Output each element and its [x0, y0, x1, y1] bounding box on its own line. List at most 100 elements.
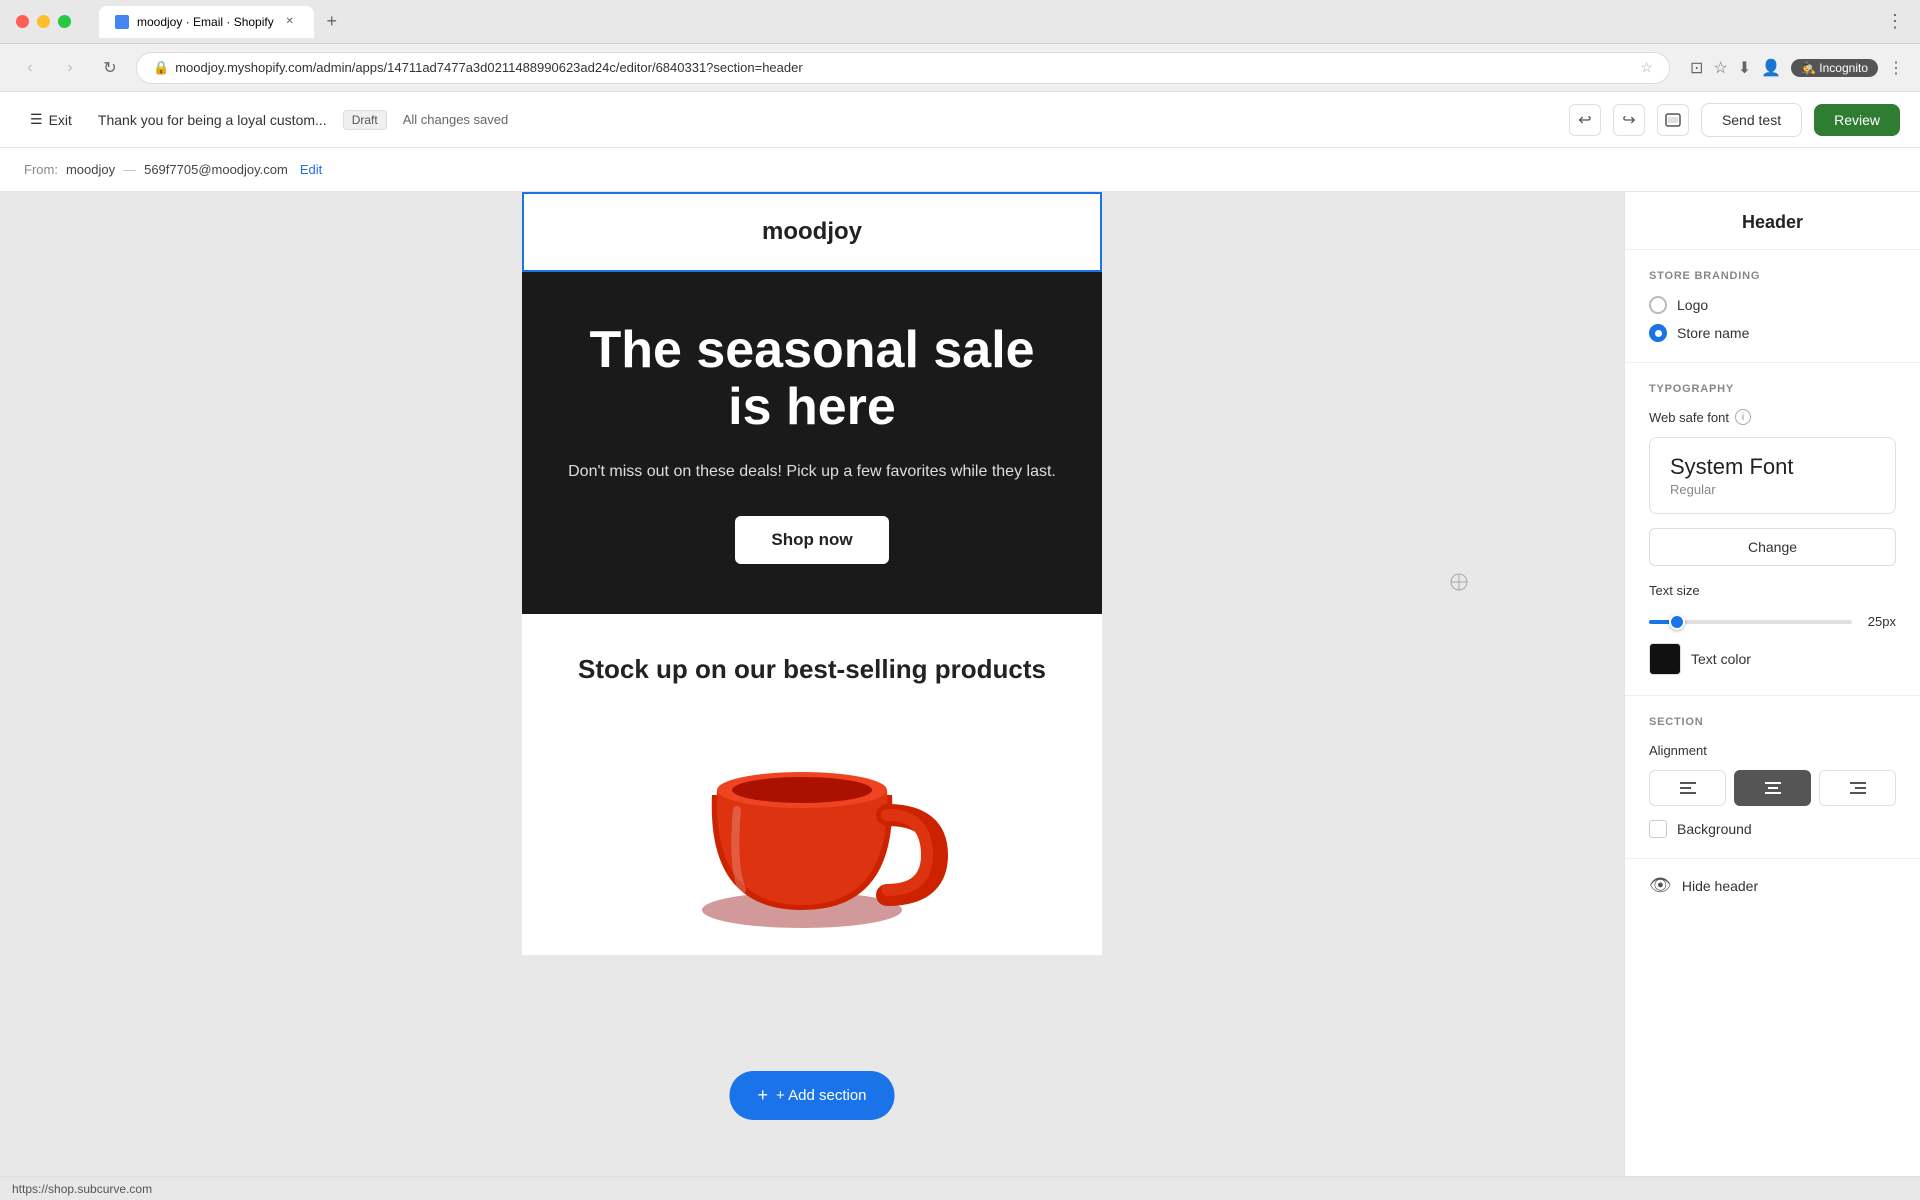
- review-button[interactable]: Review: [1814, 104, 1900, 136]
- background-checkbox[interactable]: [1649, 820, 1667, 838]
- align-right-button[interactable]: [1819, 770, 1896, 806]
- exit-button[interactable]: ☰ Exit: [20, 105, 82, 134]
- logo-radio-label: Logo: [1677, 297, 1708, 313]
- url-bar-icons: ☆: [1640, 59, 1653, 76]
- product-image: [552, 715, 1072, 935]
- toolbar-title: Thank you for being a loyal custom...: [98, 112, 327, 128]
- hide-header-label: Hide header: [1682, 878, 1758, 894]
- align-center-button[interactable]: [1734, 770, 1811, 806]
- incognito-badge: 🕵 Incognito: [1791, 59, 1878, 77]
- slider-thumb[interactable]: [1669, 614, 1685, 630]
- store-name-radio-item[interactable]: Store name: [1649, 324, 1896, 342]
- from-email: 569f7705@moodjoy.com: [144, 162, 288, 177]
- bookmark-mgr-icon: ☆: [1713, 58, 1727, 78]
- profile-icon: 👤: [1761, 58, 1781, 78]
- font-name: System Font: [1670, 454, 1875, 480]
- window-expand-icon: ⋮: [1886, 11, 1904, 32]
- mac-minimize-button[interactable]: [37, 15, 50, 28]
- right-panel: Header STORE BRANDING Logo Store name TY…: [1624, 192, 1920, 1200]
- mac-titlebar: moodjoy · Email · Shopify ✕ + ⋮: [0, 0, 1920, 44]
- products-title: Stock up on our best-selling products: [552, 654, 1072, 685]
- hero-description: Don't miss out on these deals! Pick up a…: [562, 460, 1062, 484]
- from-store-name: moodjoy: [66, 162, 115, 177]
- typography-section: TYPOGRAPHY Web safe font i System Font R…: [1625, 363, 1920, 696]
- mug-svg: [642, 715, 982, 935]
- email-products-section[interactable]: Stock up on our best-selling products: [522, 614, 1102, 955]
- from-label: From:: [24, 162, 58, 177]
- align-center-icon: [1764, 781, 1782, 795]
- logo-radio-circle[interactable]: [1649, 296, 1667, 314]
- section-panel: SECTION Alignment: [1625, 696, 1920, 859]
- from-edit-link[interactable]: Edit: [300, 162, 322, 177]
- mac-close-button[interactable]: [16, 15, 29, 28]
- eye-icon[interactable]: 👁: [1649, 875, 1672, 896]
- status-url: https://shop.subcurve.com: [12, 1182, 152, 1196]
- back-button[interactable]: ‹: [16, 54, 44, 82]
- mac-maximize-button[interactable]: [58, 15, 71, 28]
- align-right-icon: [1849, 781, 1867, 795]
- menu-icon: ⋮: [1888, 58, 1904, 78]
- email-header-section[interactable]: moodjoy: [522, 192, 1102, 272]
- logo-radio-item[interactable]: Logo: [1649, 296, 1896, 314]
- text-color-row: Text color: [1649, 643, 1896, 675]
- draft-badge: Draft: [343, 110, 387, 130]
- add-section-button[interactable]: + + Add section: [730, 1071, 895, 1120]
- addr-right-icons: ⊡ ☆ ⬇ 👤 🕵 Incognito ⋮: [1690, 58, 1904, 78]
- align-left-icon: [1679, 781, 1697, 795]
- email-store-name: moodjoy: [762, 218, 862, 245]
- tab-title: moodjoy · Email · Shopify: [137, 15, 274, 29]
- tab-area: moodjoy · Email · Shopify ✕ +: [99, 6, 1878, 38]
- info-icon: i: [1735, 409, 1751, 425]
- shop-now-button[interactable]: Shop now: [735, 516, 888, 564]
- hide-header-row: 👁 Hide header: [1625, 859, 1920, 912]
- app-toolbar: ☰ Exit Thank you for being a loyal custo…: [0, 92, 1920, 148]
- toolbar-right: ↩ ↪ Send test Review: [1569, 103, 1900, 137]
- text-size-label: Text size: [1649, 583, 1700, 598]
- preview-button[interactable]: [1657, 104, 1689, 136]
- from-separator: —: [123, 162, 136, 177]
- preview-icon: [1665, 112, 1681, 128]
- cursor-indicator: [1449, 572, 1469, 592]
- background-label: Background: [1677, 821, 1752, 837]
- web-safe-font-row: Web safe font i: [1649, 409, 1896, 425]
- font-style: Regular: [1670, 482, 1875, 497]
- alignment-group: [1649, 770, 1896, 806]
- text-color-swatch[interactable]: [1649, 643, 1681, 675]
- lock-icon: 🔒: [153, 60, 169, 76]
- typography-title: TYPOGRAPHY: [1649, 383, 1896, 395]
- email-container: moodjoy The seasonal sale is here Don't …: [522, 192, 1102, 955]
- extensions-icon: ⊡: [1690, 58, 1703, 78]
- refresh-button[interactable]: ↻: [96, 54, 124, 82]
- url-bar[interactable]: 🔒 moodjoy.myshopify.com/admin/apps/14711…: [136, 52, 1670, 84]
- store-branding-title: STORE BRANDING: [1649, 270, 1896, 282]
- section-title: SECTION: [1649, 716, 1896, 728]
- tab-close-button[interactable]: ✕: [282, 14, 298, 30]
- window-controls-right: ⋮: [1886, 11, 1904, 32]
- panel-title: Header: [1625, 192, 1920, 250]
- store-branding-section: STORE BRANDING Logo Store name: [1625, 250, 1920, 363]
- browser-tab-active[interactable]: moodjoy · Email · Shopify ✕: [99, 6, 314, 38]
- new-tab-button[interactable]: +: [318, 8, 346, 36]
- from-bar: From: moodjoy — 569f7705@moodjoy.com Edi…: [0, 148, 1920, 192]
- slider-value: 25px: [1864, 614, 1896, 629]
- undo-button[interactable]: ↩: [1569, 104, 1601, 136]
- hamburger-icon: ☰: [30, 111, 43, 128]
- store-name-radio-circle[interactable]: [1649, 324, 1667, 342]
- send-test-button[interactable]: Send test: [1701, 103, 1802, 137]
- store-name-radio-label: Store name: [1677, 325, 1749, 341]
- redo-button[interactable]: ↪: [1613, 104, 1645, 136]
- email-canvas: moodjoy The seasonal sale is here Don't …: [0, 192, 1624, 1200]
- email-hero-section[interactable]: The seasonal sale is here Don't miss out…: [522, 272, 1102, 614]
- plus-icon: +: [758, 1085, 769, 1106]
- download-icon: ⬇: [1738, 58, 1751, 78]
- alignment-label: Alignment: [1649, 743, 1707, 758]
- forward-button[interactable]: ›: [56, 54, 84, 82]
- change-font-button[interactable]: Change: [1649, 528, 1896, 566]
- font-preview-box: System Font Regular: [1649, 437, 1896, 514]
- address-bar: ‹ › ↻ 🔒 moodjoy.myshopify.com/admin/apps…: [0, 44, 1920, 92]
- slider-track[interactable]: [1649, 620, 1852, 624]
- align-left-button[interactable]: [1649, 770, 1726, 806]
- url-text: moodjoy.myshopify.com/admin/apps/14711ad…: [175, 60, 803, 75]
- exit-label: Exit: [49, 112, 72, 128]
- branding-radio-group: Logo Store name: [1649, 296, 1896, 342]
